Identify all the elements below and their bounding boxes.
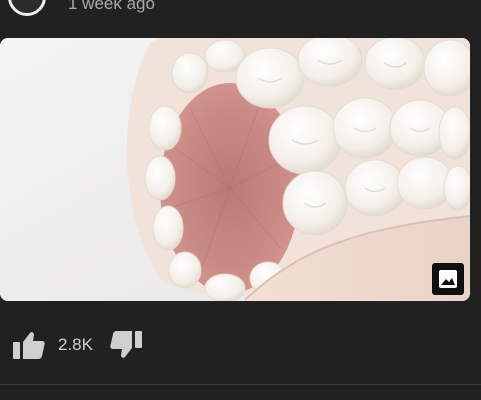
thumbs-up-icon [13, 332, 45, 359]
like-button[interactable]: 2.8K [12, 330, 93, 360]
post-actions: 2.8K [12, 328, 143, 362]
post-header: 1 week ago [0, 0, 481, 30]
image-glyph [439, 270, 457, 288]
thumbs-down-icon [110, 331, 142, 358]
dislike-button[interactable] [109, 330, 143, 360]
divider [0, 384, 481, 385]
image-icon[interactable] [432, 263, 464, 295]
channel-avatar[interactable] [8, 0, 46, 16]
post-card: 1 week ago 2.8K [0, 0, 481, 400]
post-image[interactable] [0, 38, 470, 301]
like-count: 2.8K [58, 335, 93, 354]
post-timestamp: 1 week ago [68, 0, 155, 13]
post-image-content [0, 38, 470, 301]
